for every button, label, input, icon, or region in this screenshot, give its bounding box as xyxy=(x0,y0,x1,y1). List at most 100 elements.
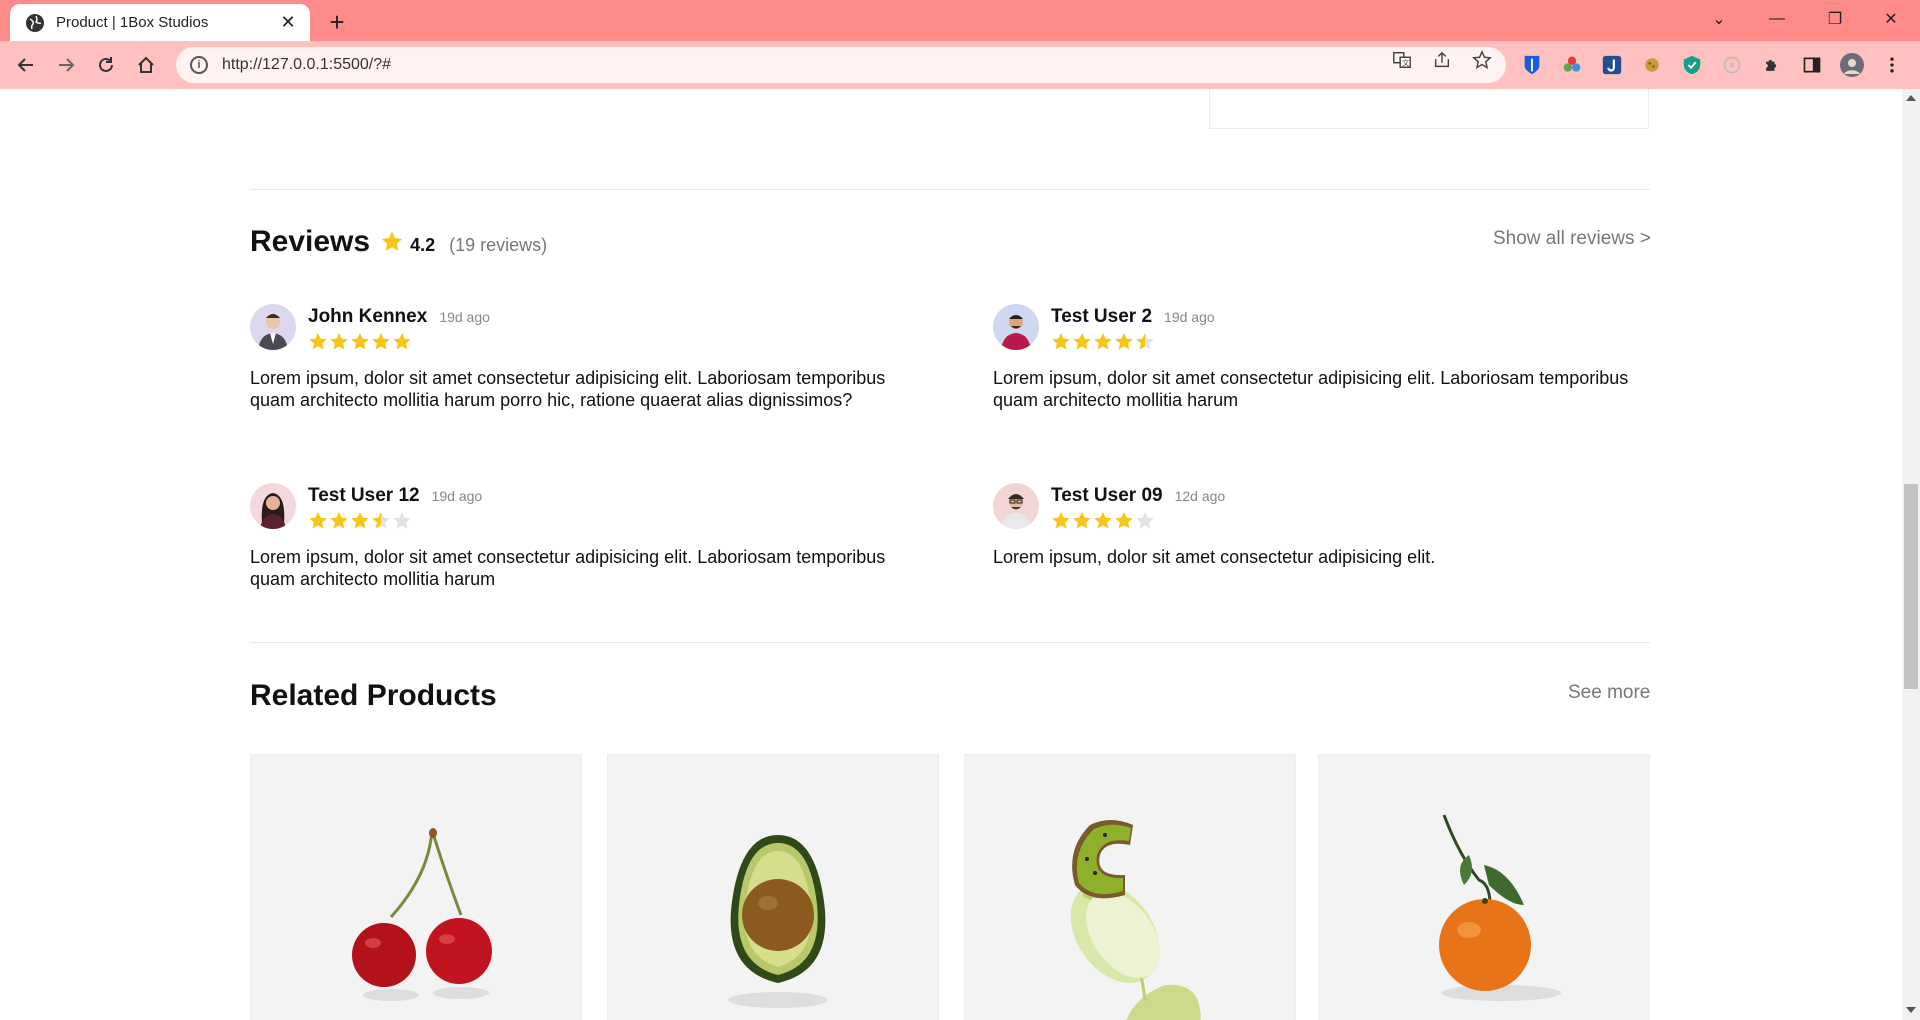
review-text: Lorem ipsum, dolor sit amet consectetur … xyxy=(993,368,1629,410)
avocado-image xyxy=(608,755,938,1020)
address-bar[interactable]: i http://127.0.0.1:5500/?# xyxy=(176,47,1506,83)
avatar xyxy=(993,304,1039,350)
review-card: Test User 2 19d ago Lorem ipsum, dolor s… xyxy=(993,304,1633,411)
cherries-image xyxy=(251,755,581,1020)
star-rating xyxy=(308,511,482,530)
star-filled-icon xyxy=(351,333,369,350)
review-card: John Kennex 19d ago Lorem ipsum, dolor s… xyxy=(250,304,890,411)
tab-search-chevron-icon[interactable]: ⌄ xyxy=(1690,0,1748,38)
review-time: 19d ago xyxy=(431,488,483,504)
star-filled-icon xyxy=(393,333,411,350)
scrollbar-thumb[interactable] xyxy=(1904,484,1918,689)
avatar xyxy=(250,304,296,350)
review-text: Lorem ipsum, dolor sit amet consectetur … xyxy=(993,547,1436,567)
bitwarden-extension-icon[interactable] xyxy=(1520,53,1544,77)
url-text[interactable]: http://127.0.0.1:5500/?# xyxy=(222,56,391,74)
star-empty-icon xyxy=(393,512,411,529)
tangerine-image xyxy=(1319,755,1649,1020)
reviewer-name: John Kennex xyxy=(308,306,428,327)
section-divider xyxy=(250,642,1650,643)
shield-extension-icon[interactable] xyxy=(1680,53,1704,77)
product-card[interactable] xyxy=(250,754,582,1020)
star-icon xyxy=(380,230,404,254)
star-filled-icon xyxy=(1052,333,1070,350)
star-rating xyxy=(308,332,490,351)
product-card[interactable] xyxy=(964,754,1296,1020)
see-more-link[interactable]: See more xyxy=(1568,682,1650,704)
star-filled-icon xyxy=(1073,333,1091,350)
review-text: Lorem ipsum, dolor sit amet consectetur … xyxy=(250,368,886,410)
review-text: Lorem ipsum, dolor sit amet consectetur … xyxy=(250,547,886,589)
reviewer-name: Test User 09 xyxy=(1051,485,1163,506)
star-filled-icon xyxy=(1094,333,1112,350)
star-rating xyxy=(1051,332,1215,351)
review-time: 12d ago xyxy=(1174,488,1226,504)
star-half-icon xyxy=(1136,333,1154,350)
svg-text:文: 文 xyxy=(1402,58,1410,67)
star-filled-icon xyxy=(351,512,369,529)
browser-tab[interactable]: Product | 1Box Studios ✕ xyxy=(10,4,310,41)
reviewer-name: Test User 12 xyxy=(308,485,420,506)
related-products-title: Related Products xyxy=(250,679,497,712)
close-tab-icon[interactable]: ✕ xyxy=(278,12,298,33)
review-time: 19d ago xyxy=(439,309,490,325)
star-filled-icon xyxy=(309,512,327,529)
restore-button[interactable]: ❐ xyxy=(1806,0,1864,38)
star-filled-icon xyxy=(1115,512,1133,529)
section-divider xyxy=(250,189,1650,190)
star-filled-icon xyxy=(1052,512,1070,529)
forward-button[interactable] xyxy=(50,49,82,81)
product-card[interactable] xyxy=(607,754,939,1020)
star-filled-icon xyxy=(1073,512,1091,529)
star-filled-icon xyxy=(330,512,348,529)
page-content: Reviews 4.2 (19 reviews) Show all review… xyxy=(0,89,1902,1020)
site-info-icon[interactable]: i xyxy=(190,56,208,74)
scroll-down-arrow-icon[interactable] xyxy=(1906,1007,1916,1013)
scroll-up-arrow-icon[interactable] xyxy=(1906,95,1916,101)
browser-tab-strip: Product | 1Box Studios ✕ + ⌄ — ❐ ✕ xyxy=(0,0,1920,41)
product-info-card xyxy=(1209,89,1649,129)
reviewer-name: Test User 2 xyxy=(1051,306,1153,327)
translate-icon[interactable]: 文 xyxy=(1391,49,1413,71)
review-card: Test User 09 12d ago Lorem ipsum, dolor … xyxy=(993,483,1633,568)
avatar xyxy=(993,483,1039,529)
browser-menu-icon[interactable] xyxy=(1880,53,1904,77)
globe-icon xyxy=(26,13,44,32)
home-icon xyxy=(138,56,154,73)
star-filled-icon xyxy=(1115,333,1133,350)
minimize-button[interactable]: — xyxy=(1748,0,1806,38)
page-scrollbar[interactable] xyxy=(1902,89,1920,1020)
jira-extension-icon[interactable] xyxy=(1600,53,1624,77)
color-picker-extension-icon[interactable] xyxy=(1560,53,1584,77)
reload-button[interactable] xyxy=(90,49,122,81)
extensions-puzzle-icon[interactable] xyxy=(1760,53,1784,77)
bookmark-star-icon[interactable] xyxy=(1471,49,1493,71)
review-card: Test User 12 19d ago Lorem ipsum, dolor … xyxy=(250,483,890,590)
arrow-right-icon xyxy=(59,58,75,72)
star-filled-icon xyxy=(330,333,348,350)
reviews-title: Reviews xyxy=(250,225,371,258)
arrow-left-icon xyxy=(17,58,33,72)
back-button[interactable] xyxy=(10,49,42,81)
reload-icon xyxy=(99,57,113,72)
close-window-button[interactable]: ✕ xyxy=(1862,0,1920,38)
star-half-icon xyxy=(372,512,390,529)
home-button[interactable] xyxy=(130,49,162,81)
reviews-header: Reviews 4.2 (19 reviews) xyxy=(250,225,547,259)
compass-extension-icon[interactable] xyxy=(1720,53,1744,77)
star-filled-icon xyxy=(372,333,390,350)
new-tab-button[interactable]: + xyxy=(322,7,352,37)
review-time: 19d ago xyxy=(1164,309,1215,325)
review-count: (19 reviews) xyxy=(449,235,548,255)
star-filled-icon xyxy=(309,333,327,350)
star-empty-icon xyxy=(1136,512,1154,529)
show-all-reviews-link[interactable]: Show all reviews > xyxy=(1493,228,1651,250)
product-card[interactable] xyxy=(1318,754,1650,1020)
star-rating xyxy=(1051,511,1225,530)
side-panel-icon[interactable] xyxy=(1800,53,1824,77)
profile-avatar-icon[interactable] xyxy=(1840,53,1864,77)
average-rating: 4.2 xyxy=(410,235,436,255)
star-filled-icon xyxy=(1094,512,1112,529)
cookie-extension-icon[interactable] xyxy=(1640,53,1664,77)
share-icon[interactable] xyxy=(1431,49,1453,71)
